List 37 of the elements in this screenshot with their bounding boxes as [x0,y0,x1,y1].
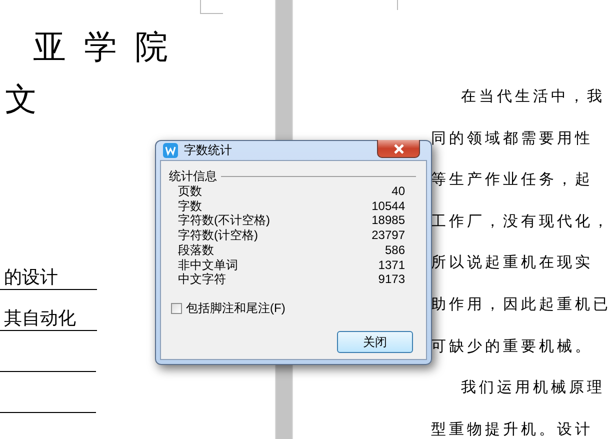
page-corner-mark [397,0,398,10]
stat-value: 9173 [378,272,405,287]
stat-label: 字符数(不计空格) [178,213,270,228]
dialog-title: 字数统计 [184,142,232,160]
stat-value: 18985 [372,213,405,228]
body-text-line: 同的领域都需要用性 [431,130,593,149]
stat-label: 字符数(计空格) [178,228,258,243]
close-icon [392,144,404,154]
close-button[interactable] [377,140,420,158]
document-subtitle: 文 [5,80,38,119]
document-title: 亚学院 [33,27,187,67]
body-text-line: 工作厂，没有现代化， [431,212,608,232]
stat-value: 40 [392,184,405,199]
underlined-field: 的设计 [0,265,97,290]
checkbox[interactable] [171,303,182,314]
stat-value: 1371 [378,258,405,272]
app-logo-icon [163,143,178,158]
body-text-line: 等生产作业任务，起 [431,170,593,190]
body-text-line: 我们运用机械原理 [461,378,605,398]
stat-label: 页数 [178,184,202,199]
body-text-line: 型重物提升机。设计 [431,420,593,439]
stat-label: 中文字符 [178,272,226,287]
body-text-line: 所以说起重机在现实 [431,254,593,274]
close-dialog-button[interactable]: 关闭 [337,331,413,353]
stat-value: 23797 [372,228,405,243]
stat-label: 字数 [178,198,202,214]
stat-value: 10544 [372,198,405,214]
page-corner-mark [200,0,223,14]
underlined-field: 其自动化 [0,306,97,331]
body-text-line: 可缺少的重要机械。 [431,338,593,357]
stat-value: 586 [384,242,405,258]
group-title: 统计信息 [169,169,217,184]
stat-label: 段落数 [178,242,214,258]
stat-label: 非中文单词 [178,258,238,272]
body-text-line: 助作用，因此起重机已 [431,296,608,315]
checkbox-label[interactable]: 包括脚注和尾注(F) [186,300,286,317]
body-text-line: 在当代生活中，我 [461,88,605,107]
